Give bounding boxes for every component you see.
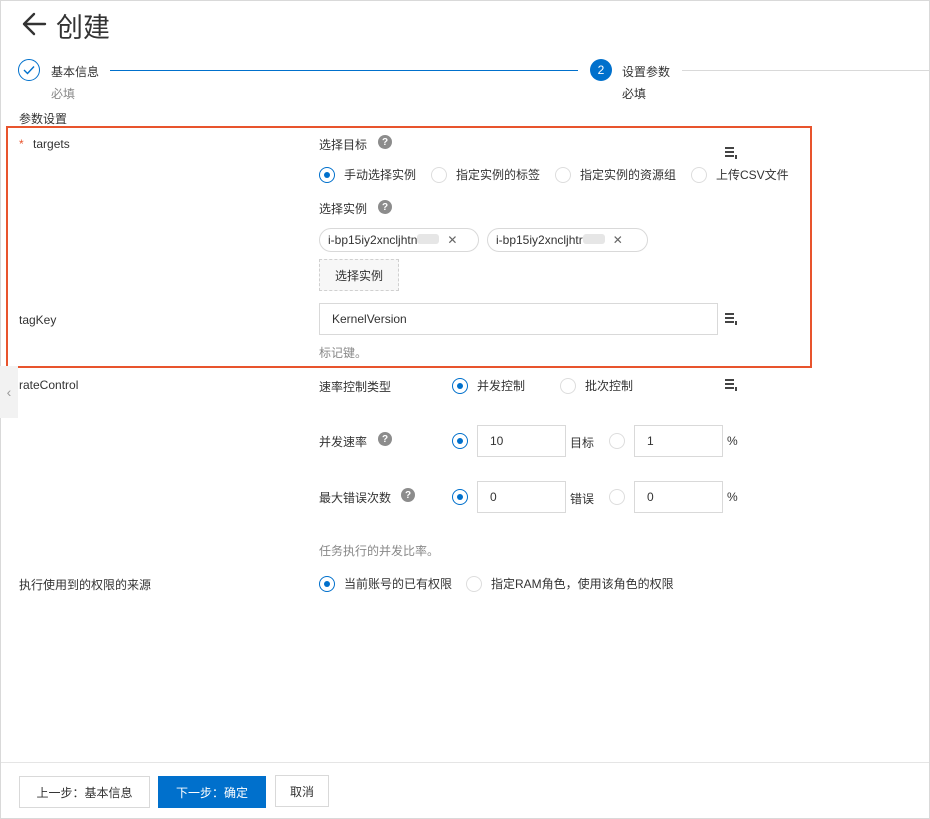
step-connector-done — [110, 70, 578, 71]
redacted-mask — [582, 234, 605, 244]
radio-manual-instances[interactable]: 手动选择实例 — [319, 166, 416, 183]
radio-dot-selected[interactable] — [452, 433, 468, 449]
radio-concurrency-percent[interactable] — [609, 433, 625, 449]
page-title: 创建 — [56, 13, 110, 44]
max-errors-unit: 错误 — [570, 492, 595, 506]
chevron-left-icon: ‹ — [6, 384, 12, 400]
radio-current-account[interactable]: 当前账号的已有权限 — [319, 575, 452, 592]
radio-label: 当前账号的已有权限 — [344, 577, 453, 591]
tagkey-hint: 标记键。 — [319, 346, 368, 360]
close-icon[interactable]: ✕ — [613, 233, 623, 247]
ratecontrol-label: rateControl — [19, 378, 79, 392]
next-step-button[interactable]: 下一步：确定 — [158, 776, 266, 808]
max-errors-input[interactable]: 0 — [477, 481, 566, 513]
check-icon — [23, 66, 35, 75]
concurrency-unit: 目标 — [570, 436, 595, 450]
instance-id: i-bp15iy2xncljhtr — [496, 233, 605, 247]
radio-concurrency[interactable]: 并发控制 — [452, 377, 525, 394]
required-mark: * — [19, 137, 24, 151]
step-2-title: 设置参数 — [622, 65, 671, 79]
max-errors-label: 最大错误次数 — [319, 491, 392, 505]
list-icon[interactable] — [724, 312, 738, 326]
radio-dot-selected[interactable] — [319, 166, 335, 183]
instance-tag: i-bp15iy2xncljhtn ✕ — [319, 228, 479, 252]
footer-divider — [1, 762, 929, 763]
radio-dot[interactable] — [691, 166, 707, 183]
radio-max-errors-count[interactable] — [452, 489, 468, 505]
radio-dot-selected[interactable] — [452, 377, 468, 394]
cancel-button[interactable]: 取消 — [275, 775, 329, 807]
max-errors-percent-input[interactable]: 0 — [634, 481, 723, 513]
step-2-circle: 2 — [590, 59, 612, 81]
radio-label: 指定实例的资源组 — [580, 168, 677, 182]
help-icon[interactable]: ? — [378, 135, 392, 149]
instance-id: i-bp15iy2xncljhtn — [328, 233, 440, 247]
section-title: 参数设置 — [19, 112, 68, 126]
radio-dot-selected[interactable] — [452, 489, 468, 505]
radio-dot[interactable] — [466, 575, 482, 592]
step-connector-pending — [682, 70, 929, 71]
step-1-title: 基本信息 — [51, 65, 100, 79]
step-1-subtitle: 必填 — [51, 87, 76, 101]
radio-batch[interactable]: 批次控制 — [560, 377, 633, 394]
rate-type-label: 速率控制类型 — [319, 380, 392, 394]
radio-dot[interactable] — [609, 433, 625, 449]
radio-dot[interactable] — [560, 377, 576, 394]
concurrency-input[interactable]: 10 — [477, 425, 566, 457]
radio-upload-csv[interactable]: 上传CSV文件 — [691, 166, 789, 183]
list-icon[interactable] — [724, 146, 738, 160]
radio-label: 批次控制 — [585, 379, 634, 393]
help-icon[interactable]: ? — [378, 432, 392, 446]
radio-dot[interactable] — [555, 166, 571, 183]
page-frame — [0, 0, 930, 819]
select-instance-label: 选择实例 — [319, 202, 368, 216]
radio-label: 指定RAM角色，使用该角色的权限 — [491, 577, 674, 591]
instance-tag: i-bp15iy2xncljhtr ✕ — [487, 228, 648, 252]
redacted-mask — [417, 234, 440, 244]
radio-concurrency-count[interactable] — [452, 433, 468, 449]
percent-sign: % — [727, 434, 738, 448]
concurrency-percent-input[interactable]: 1 — [634, 425, 723, 457]
ratecontrol-hint: 任务执行的并发比率。 — [319, 544, 440, 558]
step-1-circle — [18, 59, 40, 81]
step-2-subtitle: 必填 — [622, 87, 647, 101]
radio-label: 指定实例的标签 — [456, 168, 541, 182]
help-icon[interactable]: ? — [401, 488, 415, 502]
collapse-handle[interactable]: ‹ — [0, 366, 18, 418]
prev-step-button[interactable]: 上一步：基本信息 — [19, 776, 150, 808]
back-arrow-icon[interactable] — [20, 10, 48, 38]
radio-instance-tags[interactable]: 指定实例的标签 — [431, 166, 540, 183]
radio-label: 上传CSV文件 — [716, 168, 789, 182]
radio-dot[interactable] — [431, 166, 447, 183]
tagkey-label: tagKey — [19, 313, 57, 327]
help-icon[interactable]: ? — [378, 200, 392, 214]
radio-resource-group[interactable]: 指定实例的资源组 — [555, 166, 676, 183]
select-instance-button[interactable]: 选择实例 — [319, 259, 399, 291]
tagkey-input[interactable]: KernelVersion — [319, 303, 718, 335]
radio-label: 并发控制 — [477, 379, 526, 393]
radio-max-errors-percent[interactable] — [609, 489, 625, 505]
close-icon[interactable]: ✕ — [447, 233, 457, 247]
targets-label: * targets — [19, 137, 70, 151]
radio-ram-role[interactable]: 指定RAM角色，使用该角色的权限 — [466, 575, 674, 592]
concurrency-label: 并发速率 — [319, 435, 368, 449]
radio-dot[interactable] — [609, 489, 625, 505]
targets-label-text: targets — [33, 137, 70, 151]
radio-label: 手动选择实例 — [344, 168, 417, 182]
select-target-label: 选择目标 — [319, 138, 368, 152]
permission-label: 执行使用到的权限的来源 — [19, 578, 152, 592]
percent-sign: % — [727, 490, 738, 504]
list-icon[interactable] — [724, 378, 738, 392]
radio-dot-selected[interactable] — [319, 575, 335, 592]
